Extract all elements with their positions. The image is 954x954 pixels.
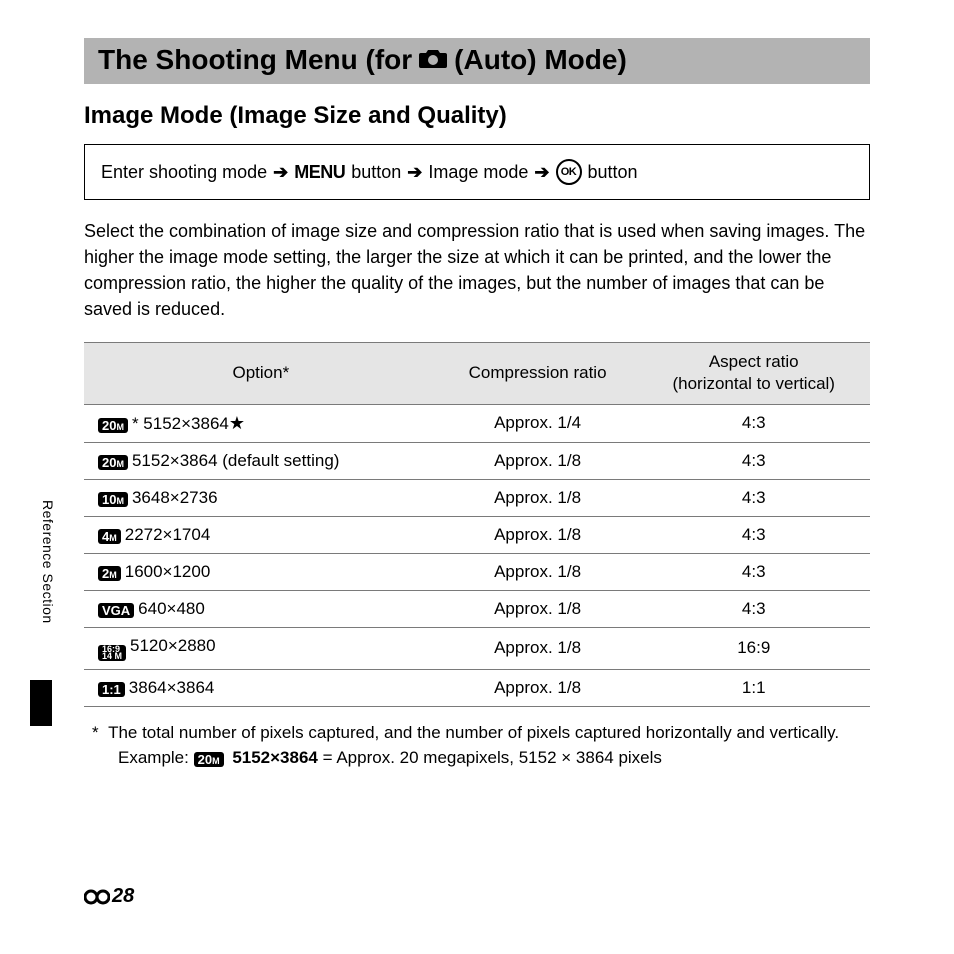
compression-cell: Approx. 1/8 <box>438 590 638 627</box>
aspect-cell: 4:3 <box>637 553 870 590</box>
aspect-cell: 4:3 <box>637 442 870 479</box>
arrow-icon: ➔ <box>534 162 549 183</box>
mp-badge: 10M <box>98 492 128 507</box>
page-title: The Shooting Menu (for (Auto) Mode) <box>98 44 856 76</box>
option-cell: 20M5152×3864 (default setting) <box>84 442 438 479</box>
mp-badge: 16:914 M <box>98 645 126 661</box>
option-cell: 16:914 M5120×2880 <box>84 627 438 669</box>
nav-path-box: Enter shooting mode ➔ MENU button ➔ Imag… <box>84 144 870 200</box>
table-row: 2M1600×1200Approx. 1/84:3 <box>84 553 870 590</box>
aspect-cell: 16:9 <box>637 627 870 669</box>
compression-cell: Approx. 1/8 <box>438 669 638 706</box>
mp-badge: 20M <box>98 418 128 433</box>
aspect-cell: 4:3 <box>637 479 870 516</box>
aspect-cell: 4:3 <box>637 516 870 553</box>
footnote-text: The total number of pixels captured, and… <box>108 723 839 742</box>
mp-badge: 20M <box>194 752 224 767</box>
mp-badge: 2M <box>98 566 121 581</box>
table-row: 1:13864×3864Approx. 1/81:1 <box>84 669 870 706</box>
side-tab-marker <box>30 680 52 726</box>
ok-button-icon: OK <box>556 159 582 185</box>
image-mode-table: Option* Compression ratio Aspect ratio(h… <box>84 342 870 707</box>
page-number-value: 28 <box>112 885 134 908</box>
option-cell: 10M3648×2736 <box>84 479 438 516</box>
mp-badge: 4M <box>98 529 121 544</box>
footnote-example-rest: = Approx. 20 megapixels, 5152 × 3864 pix… <box>323 748 662 767</box>
th-compression: Compression ratio <box>438 343 638 404</box>
side-section-label: Reference Section <box>40 500 56 624</box>
aspect-cell: 1:1 <box>637 669 870 706</box>
th-option: Option* <box>84 343 438 404</box>
option-cell: 2M1600×1200 <box>84 553 438 590</box>
nav-step-1: Enter shooting mode <box>101 162 267 183</box>
arrow-icon: ➔ <box>273 162 288 183</box>
footnote: * The total number of pixels captured, a… <box>84 721 870 770</box>
title-suffix: (Auto) Mode) <box>454 44 627 76</box>
title-prefix: The Shooting Menu (for <box>98 44 412 76</box>
table-row: 4M2272×1704Approx. 1/84:3 <box>84 516 870 553</box>
manual-page: The Shooting Menu (for (Auto) Mode) Imag… <box>0 0 954 790</box>
compression-cell: Approx. 1/8 <box>438 442 638 479</box>
intro-paragraph: Select the combination of image size and… <box>84 218 870 322</box>
footnote-example-prefix: Example: <box>118 748 189 767</box>
star-icon: ★ <box>229 413 245 433</box>
nav-step-2-suffix: button <box>351 162 401 183</box>
table-row: VGA640×480Approx. 1/84:3 <box>84 590 870 627</box>
table-row: 10M3648×2736Approx. 1/84:3 <box>84 479 870 516</box>
mp-badge: 20M <box>98 455 128 470</box>
table-row: 20M* 5152×3864★Approx. 1/44:3 <box>84 404 870 442</box>
nav-step-3: Image mode <box>428 162 528 183</box>
menu-button-label: MENU <box>294 162 345 183</box>
aspect-cell: 4:3 <box>637 590 870 627</box>
page-number: 28 <box>84 885 134 908</box>
table-row: 16:914 M5120×2880Approx. 1/816:9 <box>84 627 870 669</box>
compression-cell: Approx. 1/8 <box>438 553 638 590</box>
option-cell: VGA640×480 <box>84 590 438 627</box>
th-aspect: Aspect ratio(horizontal to vertical) <box>637 343 870 404</box>
reference-link-icon <box>84 889 110 905</box>
option-cell: 1:13864×3864 <box>84 669 438 706</box>
page-title-bar: The Shooting Menu (for (Auto) Mode) <box>84 38 870 84</box>
arrow-icon: ➔ <box>407 162 422 183</box>
aspect-cell: 4:3 <box>637 404 870 442</box>
mp-badge: VGA <box>98 603 134 618</box>
option-cell: 4M2272×1704 <box>84 516 438 553</box>
nav-step-4-suffix: button <box>588 162 638 183</box>
footnote-example-bold: 5152×3864 <box>232 748 318 767</box>
option-cell: 20M* 5152×3864★ <box>84 404 438 442</box>
compression-cell: Approx. 1/4 <box>438 404 638 442</box>
compression-cell: Approx. 1/8 <box>438 479 638 516</box>
section-heading: Image Mode (Image Size and Quality) <box>84 102 870 130</box>
compression-cell: Approx. 1/8 <box>438 627 638 669</box>
camera-icon <box>418 44 448 76</box>
mp-badge: 1:1 <box>98 682 125 697</box>
compression-cell: Approx. 1/8 <box>438 516 638 553</box>
table-row: 20M5152×3864 (default setting)Approx. 1/… <box>84 442 870 479</box>
